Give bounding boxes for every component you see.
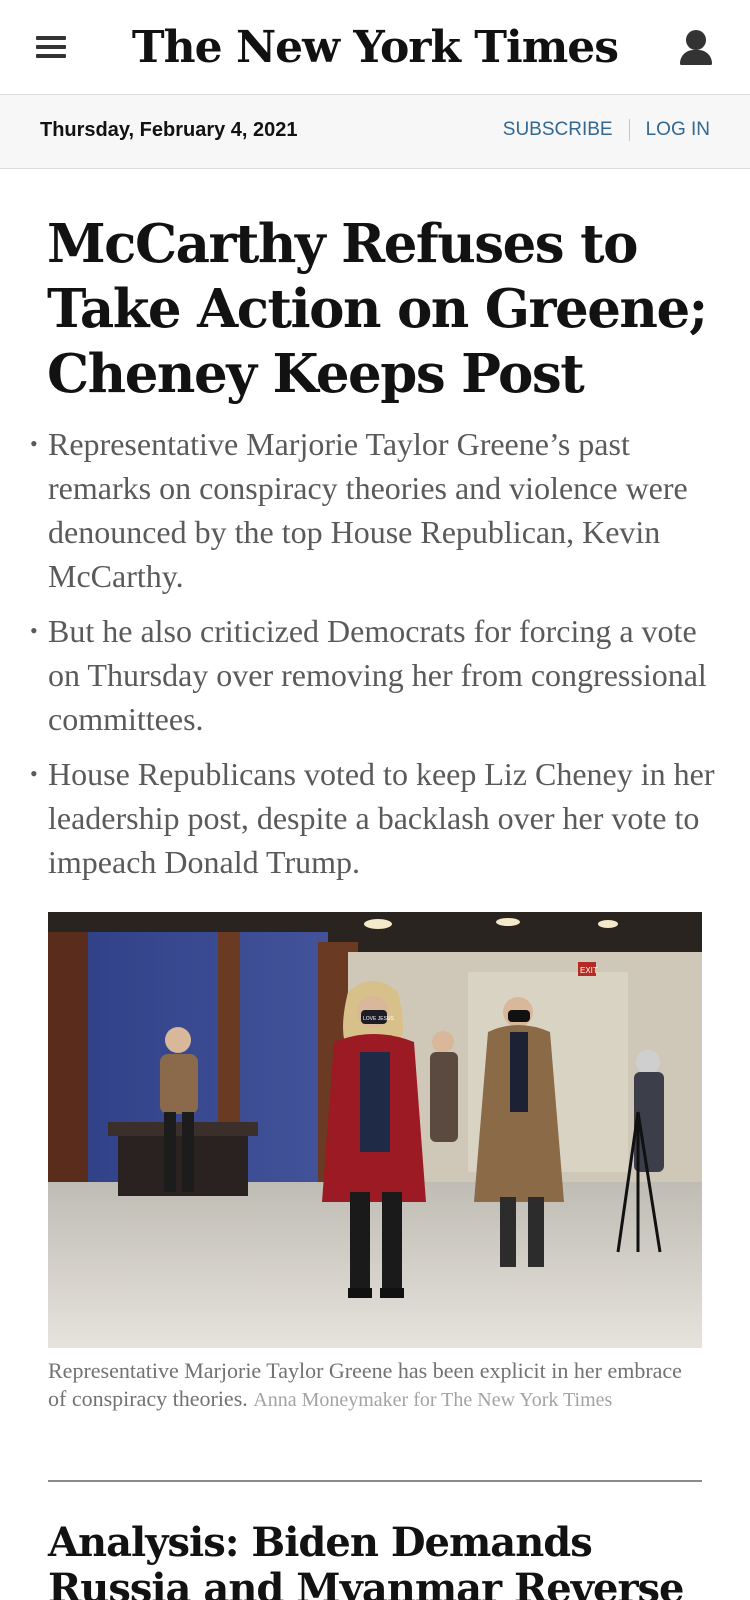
bullet-glyph: • xyxy=(30,431,38,456)
bullet-glyph: • xyxy=(30,761,38,786)
summary-item: • House Republicans voted to keep Liz Ch… xyxy=(30,752,720,884)
photo-scene: EXIT LOVE JESUS xyxy=(48,912,702,1348)
top-navigation-bar: The New York Times xyxy=(0,0,750,95)
photo-credit: Anna Moneymaker for The New York Times xyxy=(253,1389,613,1411)
lead-headline[interactable]: McCarthy Refuses to Take Action on Green… xyxy=(47,212,708,407)
auth-links: SUBSCRIBE LOG IN xyxy=(503,119,710,141)
summary-item: • Representative Marjorie Taylor Greene’… xyxy=(30,422,720,598)
summary-text: But he also criticized Democrats for for… xyxy=(48,613,707,737)
section-divider xyxy=(48,1480,702,1482)
exit-sign-text: EXIT xyxy=(580,966,598,975)
mask-text: LOVE JESUS xyxy=(363,1016,395,1022)
bullet-glyph: • xyxy=(30,618,38,643)
photo-caption: Representative Marjorie Taylor Greene ha… xyxy=(48,1357,702,1414)
login-link[interactable]: LOG IN xyxy=(646,119,710,141)
summary-text: House Republicans voted to keep Liz Chen… xyxy=(48,756,715,880)
nyt-logo[interactable]: The New York Times xyxy=(0,18,750,78)
date-bar: Thursday, February 4, 2021 SUBSCRIBE LOG… xyxy=(0,95,750,169)
summary-list: • Representative Marjorie Taylor Greene’… xyxy=(30,422,720,895)
summary-text: Representative Marjorie Taylor Greene’s … xyxy=(48,426,688,594)
link-divider xyxy=(628,119,630,141)
current-date: Thursday, February 4, 2021 xyxy=(40,119,298,141)
user-account-icon[interactable] xyxy=(678,28,714,68)
subscribe-link[interactable]: SUBSCRIBE xyxy=(503,119,613,141)
summary-item: • But he also criticized Democrats for f… xyxy=(30,609,720,741)
next-story-headline[interactable]: Analysis: Biden Demands Russia and Myanm… xyxy=(48,1520,728,1600)
lead-photo[interactable]: EXIT LOVE JESUS xyxy=(48,912,702,1348)
